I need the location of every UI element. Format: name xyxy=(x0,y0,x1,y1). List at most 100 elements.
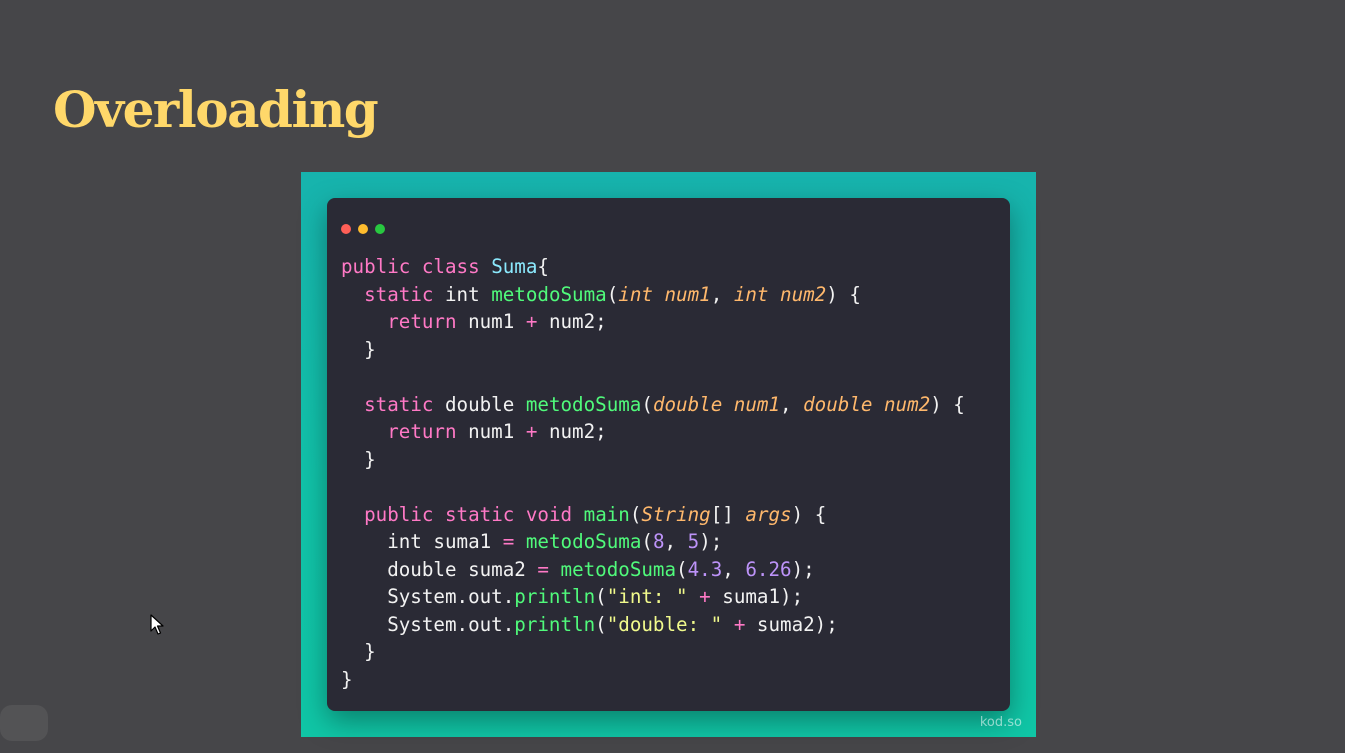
code-line: double suma2 = metodoSuma(4.3, 6.26); xyxy=(341,556,965,584)
maximize-dot-icon xyxy=(375,224,385,234)
code-line: } xyxy=(341,638,965,666)
code-token: suma1); xyxy=(710,585,804,608)
code-line: int suma1 = metodoSuma(8, 5); xyxy=(341,528,965,556)
presentation-slide: Overloading public class Suma{ static in… xyxy=(0,0,1345,753)
code-token: = xyxy=(537,557,549,581)
minimize-dot-icon xyxy=(358,224,368,234)
code-token: ( xyxy=(606,282,619,306)
code-token: ) { xyxy=(930,392,965,416)
code-token: ) { xyxy=(791,502,827,526)
code-token: static xyxy=(364,282,434,306)
code-token: , xyxy=(664,530,688,553)
code-token: , xyxy=(722,557,746,581)
code-token: return xyxy=(387,310,457,333)
code-line: } xyxy=(341,446,965,474)
code-token: , xyxy=(710,282,734,306)
code-token: } xyxy=(341,667,353,691)
code-token: , xyxy=(780,392,804,416)
code-token: + xyxy=(733,612,746,636)
code-token: 4.3 xyxy=(687,557,723,581)
code-token: metodoSuma xyxy=(525,392,642,416)
code-token: [] xyxy=(710,502,746,526)
code-token: ( xyxy=(641,392,653,416)
code-window: public class Suma{ static int metodoSuma… xyxy=(327,198,1010,711)
code-token: metodoSuma xyxy=(525,530,642,553)
code-token: return xyxy=(387,420,457,443)
code-token: ( xyxy=(629,502,642,526)
code-token: int suma1 xyxy=(341,530,503,553)
code-token: static xyxy=(364,392,434,416)
code-token: ); xyxy=(791,557,815,581)
code-token: } xyxy=(341,640,376,663)
code-line: public static void main(String[] args) { xyxy=(341,501,965,529)
code-token: println xyxy=(514,585,596,608)
close-dot-icon xyxy=(341,224,351,234)
code-token: double xyxy=(433,392,526,416)
code-token: main xyxy=(583,502,630,526)
code-line: public class Suma{ xyxy=(341,253,965,281)
code-token: static xyxy=(444,502,515,526)
window-controls xyxy=(341,224,385,234)
code-token: ( xyxy=(595,585,607,608)
code-token: = xyxy=(502,530,515,553)
code-token: "int: " xyxy=(606,585,688,608)
code-token: int num1 xyxy=(618,282,711,306)
code-token: { xyxy=(537,255,549,278)
code-token: int num2 xyxy=(733,282,827,306)
code-token: num2; xyxy=(537,420,607,443)
code-line: System.out.println("double: " + suma2); xyxy=(341,611,965,639)
code-line: return num1 + num2; xyxy=(341,308,965,336)
code-token: public xyxy=(364,502,434,526)
code-token: double num1 xyxy=(652,392,781,416)
code-token: class xyxy=(421,255,480,278)
code-token: } xyxy=(341,337,376,361)
code-line: System.out.println("int: " + suma1); xyxy=(341,583,965,611)
code-token: + xyxy=(699,585,711,608)
code-token: ); xyxy=(699,530,723,553)
code-snippet-frame: public class Suma{ static int metodoSuma… xyxy=(301,172,1036,737)
code-token: num1 xyxy=(456,420,526,443)
slide-title: Overloading xyxy=(53,80,379,139)
code-token: String xyxy=(641,502,711,526)
code-token: 6.26 xyxy=(745,557,792,581)
code-token: System.out. xyxy=(341,585,515,608)
code-token: + xyxy=(525,310,538,333)
watermark: kod.so xyxy=(979,715,1022,730)
java-code-block: public class Suma{ static int metodoSuma… xyxy=(341,253,965,693)
code-token: ( xyxy=(676,557,688,581)
code-line: static int metodoSuma(int num1, int num2… xyxy=(341,281,965,309)
code-token: metodoSuma xyxy=(560,557,677,581)
code-token: int xyxy=(433,282,492,306)
code-token: + xyxy=(525,420,538,443)
code-line: return num1 + num2; xyxy=(341,418,965,446)
code-token: println xyxy=(514,612,596,636)
code-token: num2; xyxy=(537,310,607,333)
code-token: ( xyxy=(641,530,653,553)
code-line: } xyxy=(341,336,965,364)
code-token: double suma2 xyxy=(341,557,538,581)
code-token: 5 xyxy=(687,530,700,553)
code-token: System.out. xyxy=(341,612,515,636)
code-token: ) { xyxy=(826,282,861,306)
code-token: double num2 xyxy=(803,392,931,416)
code-token: metodoSuma xyxy=(491,282,607,306)
code-line: static double metodoSuma(double num1, do… xyxy=(341,391,965,419)
code-token: Suma xyxy=(491,255,538,278)
code-token: args xyxy=(745,502,792,526)
